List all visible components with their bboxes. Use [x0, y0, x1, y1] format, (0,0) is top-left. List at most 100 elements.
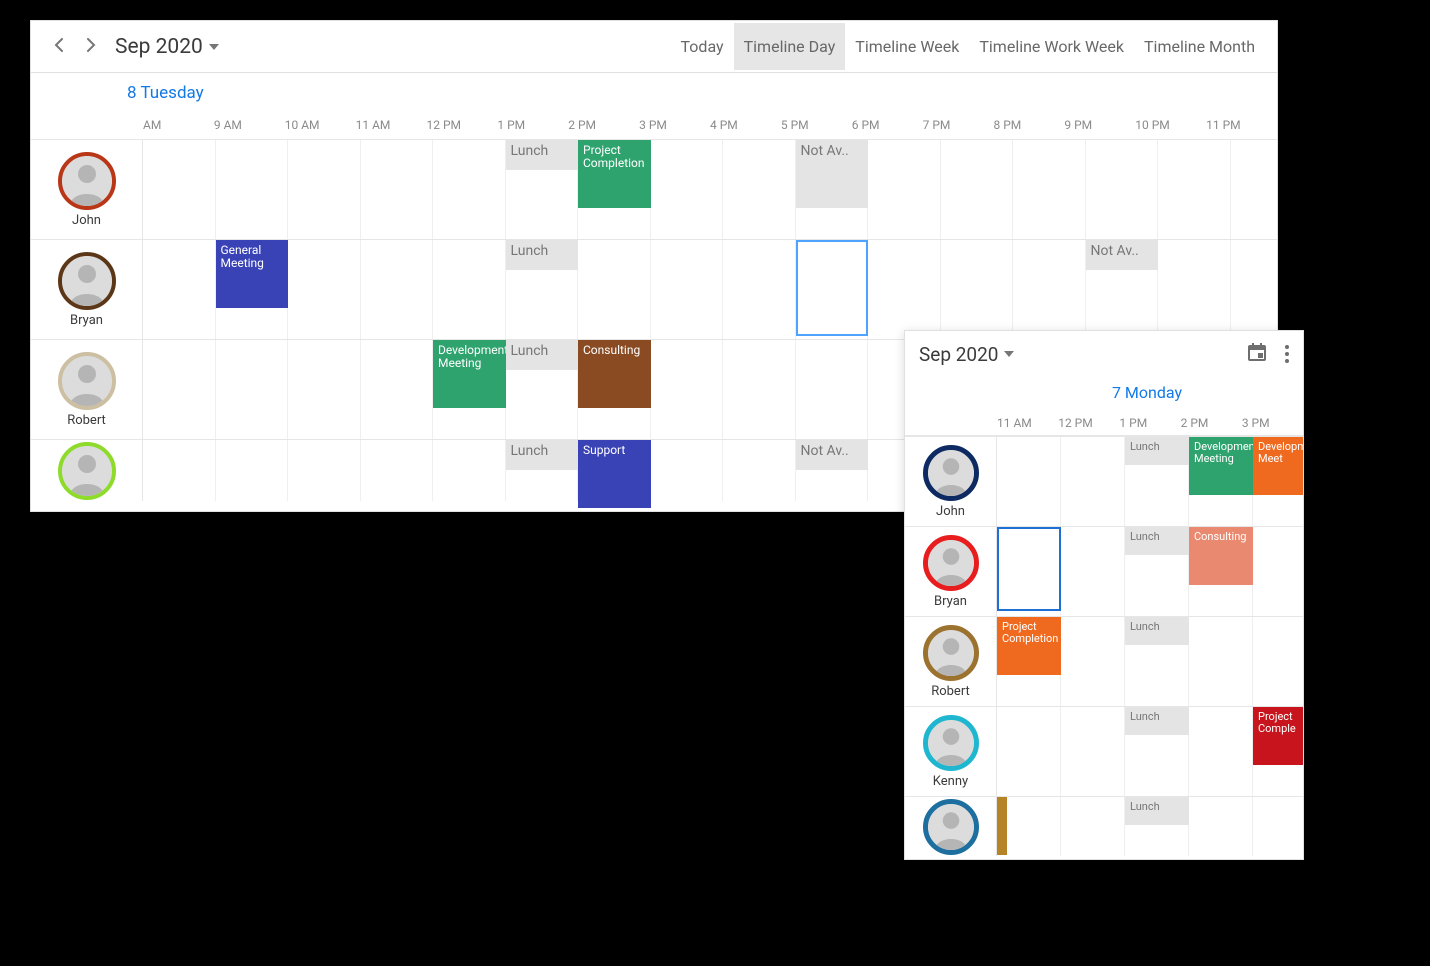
view-timeline-day[interactable]: Timeline Day: [734, 23, 846, 70]
resource-rows: JohnLunchDevelopment MeetingDevelopment …: [905, 436, 1303, 856]
time-label: 2 PM: [1181, 416, 1242, 430]
chevron-down-icon: [209, 44, 219, 50]
event[interactable]: General Meeting: [216, 240, 289, 308]
event[interactable]: Not Av..: [796, 440, 869, 470]
time-label: 12 PM: [427, 118, 498, 132]
calendar-icon[interactable]: [1247, 342, 1267, 366]
time-label: 7 PM: [923, 118, 994, 132]
more-menu-icon[interactable]: [1285, 345, 1289, 363]
selected-slot[interactable]: [997, 527, 1061, 611]
view-timeline-month[interactable]: Timeline Month: [1134, 23, 1265, 70]
event[interactable]: Development Meeting: [1189, 437, 1253, 495]
event[interactable]: Lunch: [1125, 797, 1189, 825]
view-timeline-week[interactable]: Timeline Week: [845, 23, 969, 70]
event[interactable]: Consulting: [1189, 527, 1253, 585]
time-label: 3 PM: [639, 118, 710, 132]
time-label: 12 PM: [1058, 416, 1119, 430]
toolbar: Sep 2020 Today Timeline DayTimeline Week…: [31, 21, 1277, 73]
event[interactable]: Project Completion: [578, 140, 651, 208]
time-label: 9 AM: [214, 118, 285, 132]
event[interactable]: [997, 797, 1007, 855]
timeline-track[interactable]: General Meeting Lunch Not Av..: [143, 240, 1277, 339]
time-label: 9 PM: [1064, 118, 1135, 132]
today-button[interactable]: Today: [671, 23, 734, 70]
resource-row: Robert Project Completion Lunch: [905, 616, 1303, 706]
time-label: AM: [143, 118, 214, 132]
resource-row: John LunchProject Completion Not Av..: [31, 139, 1277, 239]
time-label: 5 PM: [781, 118, 852, 132]
toolbar: Sep 2020: [905, 331, 1303, 377]
timeline-track[interactable]: Lunch: [997, 797, 1303, 856]
event[interactable]: Lunch: [1125, 617, 1189, 645]
view-timeline-work-week[interactable]: Timeline Work Week: [969, 23, 1134, 70]
avatar: [923, 799, 979, 855]
timeline-track[interactable]: LunchProject Completion Not Av..: [143, 140, 1277, 239]
resource-name: John: [72, 213, 101, 228]
event[interactable]: Not Av..: [796, 140, 869, 208]
avatar: [58, 352, 116, 410]
resource-cell: John: [31, 140, 143, 239]
timeline-track[interactable]: Project Completion Lunch: [997, 617, 1303, 706]
resource-name: Robert: [67, 413, 106, 428]
time-label: 11 AM: [997, 416, 1058, 430]
time-label: 1 PM: [497, 118, 568, 132]
resource-row: Kenny Lunch Project Comple: [905, 706, 1303, 796]
event[interactable]: Lunch: [506, 440, 579, 470]
chevron-down-icon: [1004, 351, 1014, 357]
event[interactable]: Lunch: [1125, 437, 1189, 465]
event[interactable]: Not Av..: [1086, 240, 1159, 270]
avatar: [58, 442, 116, 500]
timeline-track[interactable]: Lunch Project Comple: [997, 707, 1303, 796]
event[interactable]: Lunch: [506, 340, 579, 370]
selected-slot[interactable]: [796, 240, 869, 336]
event[interactable]: Lunch: [506, 140, 579, 170]
time-label: 10 PM: [1135, 118, 1206, 132]
date-range-picker[interactable]: Sep 2020: [107, 35, 227, 59]
event[interactable]: Lunch: [1125, 707, 1189, 735]
time-label: 8 PM: [994, 118, 1065, 132]
day-header: 8 Tuesday: [31, 73, 1277, 111]
time-label: 6 PM: [852, 118, 923, 132]
avatar: [923, 715, 979, 771]
avatar: [58, 252, 116, 310]
date-range-picker[interactable]: Sep 2020: [919, 343, 1014, 366]
time-label: 3 PM: [1242, 416, 1303, 430]
resource-row: Bryan General Meeting Lunch Not Av..: [31, 239, 1277, 339]
avatar: [923, 535, 979, 591]
event[interactable]: Lunch: [1125, 527, 1189, 555]
timeline-track[interactable]: LunchDevelopment MeetingDevelopment Meet: [997, 437, 1303, 526]
resource-cell: [31, 440, 143, 501]
resource-name: Kenny: [933, 774, 968, 789]
timeline-track[interactable]: LunchConsulting: [997, 527, 1303, 616]
time-label: 10 AM: [285, 118, 356, 132]
resource-cell: Bryan: [31, 240, 143, 339]
date-range-label: Sep 2020: [919, 343, 998, 366]
resource-row: Bryan LunchConsulting: [905, 526, 1303, 616]
resource-name: Robert: [931, 684, 970, 699]
event[interactable]: Project Completion: [997, 617, 1061, 675]
time-label: 11 AM: [356, 118, 427, 132]
resource-row: John LunchDevelopment MeetingDevelopment …: [905, 436, 1303, 526]
resource-name: Bryan: [70, 313, 103, 328]
event[interactable]: Development Meeting: [433, 340, 506, 408]
time-label: 11 PM: [1206, 118, 1277, 132]
event[interactable]: Support: [578, 440, 651, 508]
resource-name: Bryan: [934, 594, 967, 609]
view-switcher: Timeline DayTimeline WeekTimeline Work W…: [734, 23, 1265, 70]
resource-name: John: [936, 504, 965, 519]
event[interactable]: Lunch: [506, 240, 579, 270]
day-header: 7 Monday: [905, 377, 1303, 410]
time-label: 4 PM: [710, 118, 781, 132]
next-button[interactable]: [75, 37, 107, 56]
prev-button[interactable]: [43, 37, 75, 56]
resource-cell: John: [905, 437, 997, 526]
time-label: 1 PM: [1119, 416, 1180, 430]
resource-cell: Robert: [31, 340, 143, 439]
event[interactable]: Project Comple: [1253, 707, 1304, 765]
scheduler-small: Sep 2020 7 Monday 11 AM12 PM1 PM2 PM3 PM: [904, 330, 1304, 860]
time-label: 2 PM: [568, 118, 639, 132]
resource-cell: [905, 797, 997, 856]
event[interactable]: Consulting: [578, 340, 651, 408]
resource-cell: Bryan: [905, 527, 997, 616]
event[interactable]: Development Meet: [1253, 437, 1304, 495]
